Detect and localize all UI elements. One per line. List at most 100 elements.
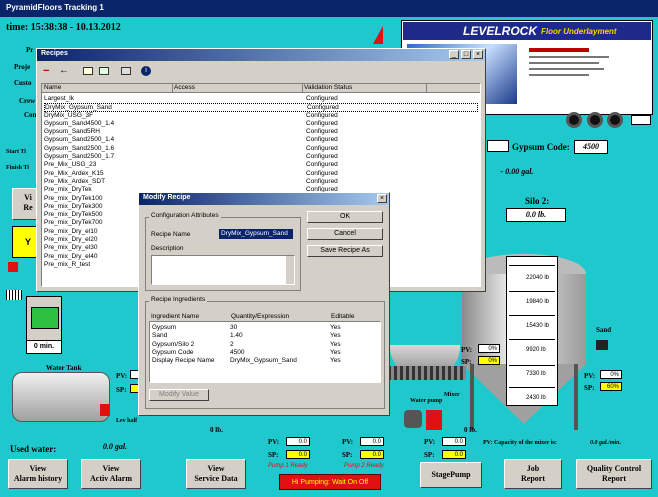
ingredient-row[interactable]: Sand 1.40 Yes [152, 332, 380, 340]
gauge-pv: 0.0 [360, 437, 384, 446]
scale-label: 22040 lb [526, 275, 550, 281]
cancel-button[interactable]: Cancel [307, 228, 383, 240]
recipe-row[interactable]: Pre_Mix_Ardex_SDT Configured [44, 178, 478, 186]
recipe-row[interactable]: Largest_lk Configured [44, 95, 478, 103]
recipe-row[interactable]: Pre_Mix_Ardex_K15 Configured [44, 170, 478, 178]
lev-half-label: Lev half [116, 418, 138, 424]
recipe-name: Gypsum_Sand2500_1.4 [44, 136, 115, 144]
time-readout: time: 15:38:38 - 10.13.2012 [6, 22, 121, 33]
recipe-name: Pre_mix_DryTek500 [44, 211, 103, 219]
ingredient-qty: 2 [230, 340, 234, 348]
recipe-status: Configured [306, 119, 338, 127]
delete-icon[interactable]: − [43, 65, 49, 77]
scale-label: 9920 lb [526, 347, 546, 353]
scale-label: 15430 lb [526, 323, 550, 329]
recipe-status: Configured [306, 144, 338, 152]
pv-label: PV: [116, 372, 128, 380]
view-service-data-button[interactable]: View Service Data [186, 459, 246, 489]
quality-control-report-button[interactable]: Quality Control Report [576, 459, 652, 489]
recipe-row[interactable]: Gypsum_Sand2500_1.6 Configured [44, 145, 478, 153]
recipe-row[interactable]: Gypsum_Sand2500_1.4 Configured [44, 136, 478, 144]
pv-label: PV: [424, 438, 436, 446]
recipe-status: Configured [306, 153, 338, 161]
sp-label: SP: [342, 451, 353, 459]
view-alarm-history-button[interactable]: View Alarm history [8, 459, 68, 489]
recipe-row[interactable]: Gypsum_Sand4500_1.4 Configured [44, 120, 478, 128]
sand-label: Sand [596, 326, 612, 334]
ing-col-edit: Editable [331, 313, 355, 320]
list-view-icon[interactable] [83, 67, 93, 75]
recipe-name: Pre_Mix_Ardex_K15 [44, 169, 104, 177]
recipe-name: Gypsum_Sand2500_1.6 [44, 144, 115, 152]
view-active-alarm-button[interactable]: View Activ Alarm [81, 459, 141, 489]
ingredient-qty: DryMix_Gypsum_Sand [230, 357, 297, 365]
scale-label: 19840 lb [526, 299, 550, 305]
maximize-button[interactable]: □ [461, 50, 471, 59]
col-access[interactable]: Access [174, 84, 195, 91]
pumping-button[interactable]: Hi Pumping: Wait On Off [279, 474, 381, 490]
scale-readout: 0 lb. [210, 426, 223, 434]
recipe-name: Gypsum_Sand5RH [44, 128, 100, 136]
modify-value-button[interactable]: Modify Value [149, 389, 209, 401]
ok-button[interactable]: OK [307, 211, 383, 223]
dialog-close-button[interactable]: × [377, 194, 387, 203]
modify-title-bar: Modify Recipe [139, 193, 389, 205]
save-recipe-as-button[interactable]: Save Recipe As [307, 245, 383, 257]
ingredients-group-label: Recipe Ingredients [149, 296, 208, 303]
recipe-name: Pre_mix_Dry_el10 [44, 227, 98, 235]
description-scrollbar[interactable] [286, 256, 294, 284]
pv-label: PV: [342, 438, 354, 446]
used-water-label: Used water: [10, 444, 57, 454]
ingredients-list: Gypsum 30 Yes Sand 1.40 Yes Gypsum/Silo 2 2 Yes G… [149, 321, 381, 383]
water-pump-icon [404, 410, 422, 428]
gypsum-code-value: 4500 [574, 140, 608, 154]
ingredient-row[interactable]: Gypsum/Silo 2 2 Yes [152, 341, 380, 349]
ingredient-name: Gypsum [152, 324, 177, 331]
recipe-row[interactable]: Gypsum_Sand5RH Configured [44, 128, 478, 136]
recipe-row[interactable]: DryMix_Gypsum_Sand Configured [44, 103, 478, 112]
modify-title: Modify Recipe [143, 194, 191, 201]
close-button[interactable]: × [473, 50, 483, 59]
capacity-value: 0.0 gal./min. [590, 440, 622, 446]
col-validation[interactable]: Validation Status [304, 84, 352, 91]
back-icon[interactable]: ← [59, 65, 69, 76]
recipe-name: Pre_mix_DryTek300 [44, 202, 103, 210]
info-icon[interactable]: i [141, 66, 151, 76]
stage-pump-button[interactable]: StagePump [420, 462, 482, 488]
ad-brand: LEVELROCK [463, 24, 538, 38]
job-report-button[interactable]: Job Report [504, 459, 562, 489]
pv-label: PV: [584, 372, 596, 380]
label-finish-time: Finish Ti [6, 165, 29, 171]
sp-label: SP: [461, 358, 472, 366]
ingredient-row[interactable]: Display Recipe Name DryMix_Gypsum_Sand Yes [152, 357, 380, 365]
recipe-row[interactable]: DryMix_USG_3F Configured [44, 112, 478, 120]
gauge-sp: 0% [478, 356, 500, 365]
ingredient-editable: Yes [330, 332, 341, 340]
auto-time-readout: 0 min. [26, 340, 62, 354]
recipe-row[interactable]: Pre_Mix_USG_23 Configured [44, 161, 478, 169]
col-name[interactable]: Name [44, 84, 61, 91]
recipe-row[interactable]: Gypsum_Sand2500_1.7 Configured [44, 153, 478, 161]
export-icon[interactable] [99, 67, 109, 75]
recipe-name: Largest_lk [44, 95, 74, 102]
ingredient-row[interactable]: Gypsum 30 Yes [152, 324, 380, 332]
minimize-button[interactable]: _ [449, 50, 459, 59]
recipe-name-field[interactable]: DryMix_Gypsum_Sand [219, 229, 293, 239]
recipe-status: Configured [306, 177, 338, 185]
ingredient-row[interactable]: Gypsum Code 4500 Yes [152, 349, 380, 357]
label-pr: Pr [26, 46, 34, 54]
recipe-status: Configured [306, 95, 338, 102]
water-tank-label: Water Tank [46, 364, 82, 372]
recipe-status: Configured [306, 161, 338, 169]
silo2-label: Silo 2: [525, 196, 550, 206]
label-customer: Custo [14, 79, 32, 87]
pv-label: PV: [268, 438, 280, 446]
description-field[interactable] [151, 255, 295, 285]
ingredient-rows: Gypsum 30 Yes Sand 1.40 Yes Gypsum/Silo 2 2 Yes G… [152, 324, 380, 365]
print-icon[interactable] [121, 67, 131, 75]
recipe-name: Pre_mix_DryTek700 [44, 219, 103, 227]
ingredient-name: Display Recipe Name [152, 357, 215, 365]
sp-label: SP: [424, 451, 435, 459]
recipe-name: Pre_mix_DryTek [44, 186, 92, 194]
valve-red-icon [426, 410, 442, 430]
